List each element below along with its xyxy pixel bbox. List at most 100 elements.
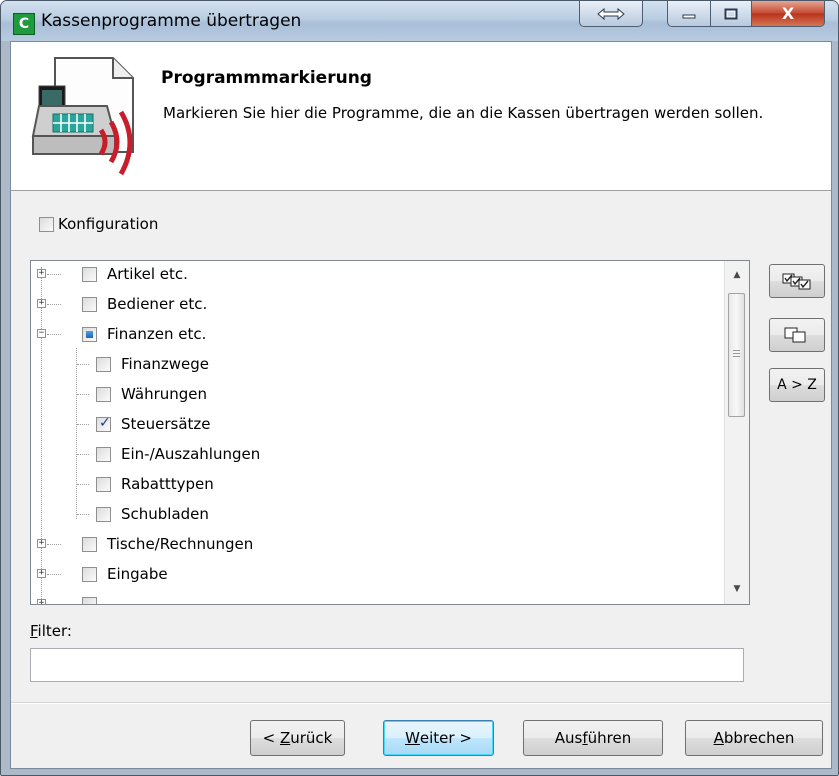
maximize-button[interactable] [710, 1, 752, 27]
tree-item-label: Steuersätze [121, 415, 211, 433]
wizard-header: Programmmarkierung Markieren Sie hier di… [11, 42, 831, 191]
scroll-down-icon[interactable]: ▼ [725, 579, 749, 599]
grip-line [733, 356, 740, 357]
tree-item[interactable]: − Finanzen etc. [37, 321, 206, 347]
tree-item-label: Rabatttypen [121, 475, 214, 493]
tree-checkbox[interactable] [96, 415, 111, 432]
back-button[interactable]: < Zurück [250, 720, 345, 756]
page-description: Markieren Sie hier die Programme, die an… [163, 104, 764, 122]
tree-connector [77, 394, 89, 395]
close-button[interactable]: X [751, 1, 825, 27]
tree-item-label: Währungen [121, 385, 208, 403]
konfiguration-checkbox[interactable] [39, 216, 54, 232]
expand-icon[interactable]: + [37, 269, 46, 278]
uncheck-all-icon [784, 327, 806, 343]
maximize-icon [724, 8, 738, 19]
tree-connector [77, 364, 89, 365]
tree-item-label: Artikel etc. [107, 265, 188, 283]
tree-connector [77, 514, 89, 515]
tree-item[interactable]: + Tische/Rechnungen [37, 531, 253, 557]
back-button-prefix: < [262, 729, 280, 747]
expand-icon[interactable]: + [37, 539, 46, 548]
window-title: Kassenprogramme übertragen [41, 11, 302, 31]
tree-item-label: Eingabe [107, 565, 168, 583]
expand-icon[interactable]: + [37, 299, 46, 308]
minimize-icon [682, 14, 696, 18]
check-all-icon [782, 273, 811, 290]
filter-label-rest: ilter: [37, 622, 72, 640]
tree-connector [77, 424, 89, 425]
next-button[interactable]: Weiter > [383, 720, 494, 756]
tree-checkbox[interactable] [96, 386, 111, 402]
tree-item-label: Schubladen [121, 505, 209, 523]
tree-item-label: Finanzen etc. [107, 325, 207, 343]
tree-checkbox[interactable] [82, 296, 97, 312]
tree-item-label: Tische/Rechnungen [107, 535, 254, 553]
tree-item[interactable]: Währungen [72, 381, 207, 407]
cancel-button-rest: bbrechen [723, 729, 795, 747]
close-icon: X [781, 4, 795, 23]
tree-connector [47, 274, 61, 275]
filter-label-accel: F [30, 622, 38, 640]
tree-item[interactable]: Steuersätze [72, 411, 211, 437]
cancel-button[interactable]: Abbrechen [685, 720, 823, 756]
expand-icon[interactable]: + [37, 599, 46, 604]
tree-checkbox[interactable] [82, 326, 97, 342]
tree-checkbox[interactable] [82, 536, 97, 552]
tree-checkbox[interactable] [96, 506, 111, 522]
back-button-rest: urück [290, 729, 333, 747]
tree-checkbox[interactable] [96, 356, 111, 372]
execute-button-pre: Aus [554, 729, 583, 747]
tree-connector [47, 544, 61, 545]
back-button-accel: Z [279, 729, 291, 747]
next-button-accel: W [405, 729, 420, 747]
next-button-rest: eiter > [419, 729, 472, 747]
tree-scrollbar[interactable]: ▲ ▼ [724, 261, 749, 604]
app-icon[interactable]: C [13, 13, 35, 35]
execute-button-rest: ühren [587, 729, 632, 747]
cash-register-transfer-icon [31, 57, 134, 176]
sort-button[interactable]: A > Z [769, 368, 825, 402]
tree-item[interactable]: Finanzwege [72, 351, 209, 377]
title-bar[interactable]: C Kassenprogramme übertragen X [1, 1, 838, 41]
minimize-button[interactable] [667, 1, 711, 27]
expand-icon[interactable]: + [37, 569, 46, 578]
konfiguration-checkbox-row[interactable]: Konfiguration [39, 215, 158, 233]
tree-item[interactable]: + Bediener etc. [37, 291, 207, 317]
tree-item[interactable]: Rabatttypen [72, 471, 214, 497]
double-arrow-icon [597, 7, 625, 20]
tree-checkbox[interactable] [96, 446, 111, 462]
scroll-up-icon[interactable]: ▲ [725, 265, 749, 285]
tree-checkbox[interactable] [82, 596, 97, 604]
tree-connector [47, 574, 61, 575]
tree-item[interactable]: Schubladen [72, 501, 209, 527]
tree-connector [47, 304, 61, 305]
tree-checkbox[interactable] [82, 566, 97, 582]
tree-item-label: Bediener etc. [107, 295, 208, 313]
tree-connector [47, 334, 61, 335]
uncheck-all-button[interactable] [769, 318, 825, 352]
collapse-icon[interactable]: − [37, 329, 46, 338]
konfiguration-label: Konfiguration [58, 215, 159, 233]
grip-line [733, 350, 740, 351]
cancel-button-accel: A [713, 729, 724, 747]
dialog-client-area: Programmmarkierung Markieren Sie hier di… [10, 41, 832, 769]
tree-item-label: Ein-/Auszahlungen [121, 445, 261, 463]
tree-item[interactable]: + Artikel etc. [37, 261, 188, 287]
filter-label: Filter: [30, 622, 72, 640]
resize-button[interactable] [579, 1, 643, 27]
page-title: Programmmarkierung [161, 68, 372, 88]
tree-item[interactable]: Ein-/Auszahlungen [72, 441, 260, 467]
tree-item[interactable]: + Eingabe [37, 561, 168, 587]
grip-line [733, 353, 740, 354]
execute-button[interactable]: Aus f ühren [523, 720, 663, 756]
program-tree[interactable]: + Artikel etc. + Bediener etc. − Finanze… [30, 260, 750, 605]
filter-input[interactable] [30, 648, 744, 682]
check-all-button[interactable] [769, 264, 825, 298]
scroll-thumb[interactable] [728, 293, 745, 417]
tree-item-partial[interactable]: + [37, 591, 97, 604]
tree-connector [77, 454, 89, 455]
tree-checkbox[interactable] [96, 476, 111, 492]
tree-connector [77, 484, 89, 485]
tree-checkbox[interactable] [82, 266, 97, 282]
